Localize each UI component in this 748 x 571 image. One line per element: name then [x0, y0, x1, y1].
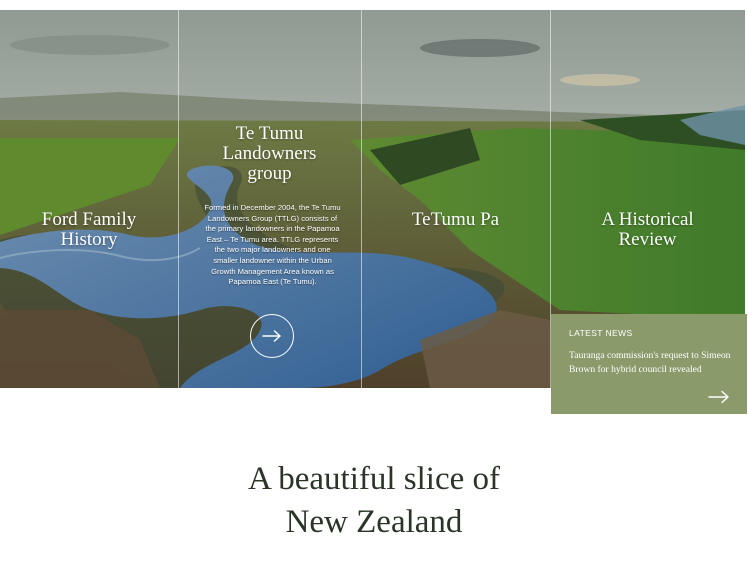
panel-description: Formed in December 2004, the Te Tumu Lan…: [196, 203, 349, 288]
panel-title-line: Review: [618, 229, 677, 250]
latest-news-heading: LATEST NEWS: [569, 328, 633, 338]
latest-news-link[interactable]: Tauranga commission's request to Simeon …: [569, 349, 731, 377]
panel-description-line: East – Te Tumu area. TTLG represents: [206, 234, 339, 244]
panel-title-ford-family[interactable]: Ford Family History: [0, 210, 178, 250]
panel-title-te-tumu-landowners[interactable]: Te Tumu Landowners group: [178, 124, 361, 184]
panel-description-line: the two major landowners and one: [214, 245, 331, 255]
panel-title-line: A Historical: [601, 209, 694, 230]
headline-line: A beautiful slice of: [247, 461, 500, 497]
panel-description-line: smaller landowner within the Urban: [213, 255, 332, 265]
arrow-right-icon: [262, 330, 281, 342]
panel-title-line: group: [247, 163, 292, 184]
panel-title-line: History: [60, 229, 118, 250]
panel-description-line: the primary landowners in the Papamoa: [205, 224, 340, 234]
page-headline: A beautiful slice of New Zealand: [0, 458, 748, 544]
arrow-right-icon[interactable]: [708, 390, 730, 404]
panel-description-line: Papamoa East (Te Tumu).: [228, 277, 317, 287]
latest-news-card[interactable]: LATEST NEWS Tauranga commission's reques…: [551, 314, 747, 414]
headline-line: New Zealand: [285, 504, 463, 540]
panel-title-historical-review[interactable]: A Historical Review: [550, 210, 745, 250]
panel-title-line: Ford Family: [41, 209, 137, 230]
panel-description-line: Formed in December 2004, the Te Tumu: [204, 203, 341, 212]
panel-divider: [361, 10, 362, 388]
panel-title-line: Landowners: [222, 143, 317, 164]
panel-description-line: Landowners Group (TTLG) consists of: [207, 213, 338, 223]
panel-title-tetumu-pa[interactable]: TeTumu Pa: [361, 210, 550, 230]
panel-title-line: TeTumu Pa: [411, 209, 500, 230]
panel-description-line: Growth Management Area known as: [211, 266, 334, 276]
panel-divider: [178, 10, 179, 388]
panel-title-line: Te Tumu: [235, 123, 304, 144]
panel-read-more-button[interactable]: [250, 314, 294, 358]
